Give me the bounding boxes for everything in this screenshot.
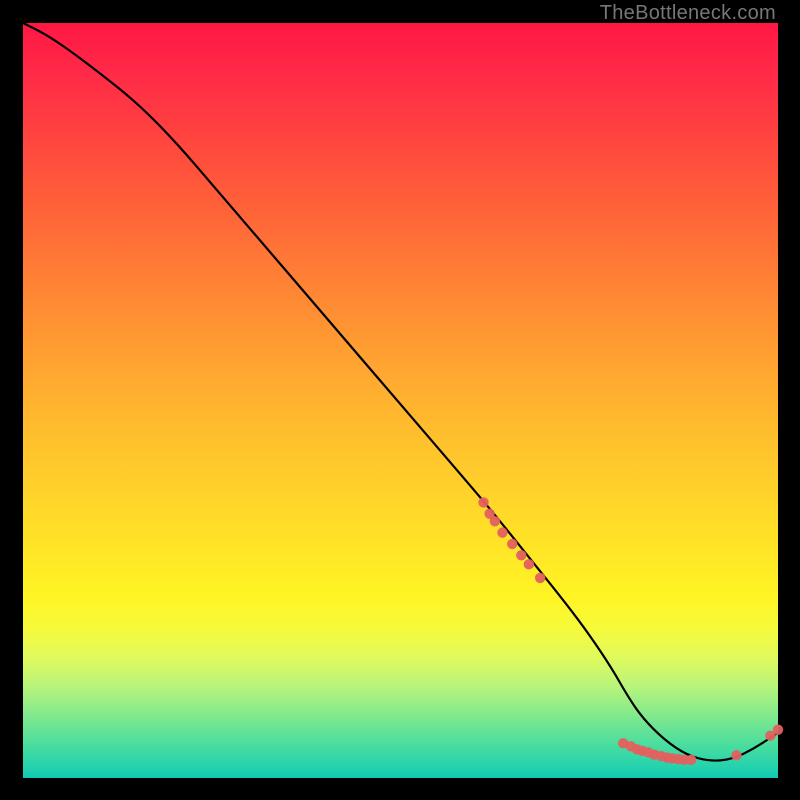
data-point bbox=[686, 755, 696, 765]
data-point bbox=[535, 573, 545, 583]
scatter-points bbox=[478, 497, 783, 765]
data-point bbox=[497, 527, 507, 537]
chart-stage: TheBottleneck.com bbox=[0, 0, 800, 800]
data-point bbox=[773, 724, 783, 734]
data-point bbox=[516, 550, 526, 560]
data-point bbox=[524, 559, 534, 569]
chart-svg bbox=[23, 23, 778, 778]
watermark-text: TheBottleneck.com bbox=[600, 2, 776, 25]
data-point bbox=[478, 497, 488, 507]
data-point bbox=[490, 516, 500, 526]
data-point bbox=[507, 539, 517, 549]
data-point bbox=[731, 750, 741, 760]
bottleneck-curve bbox=[23, 23, 778, 761]
plot-area bbox=[23, 23, 778, 778]
